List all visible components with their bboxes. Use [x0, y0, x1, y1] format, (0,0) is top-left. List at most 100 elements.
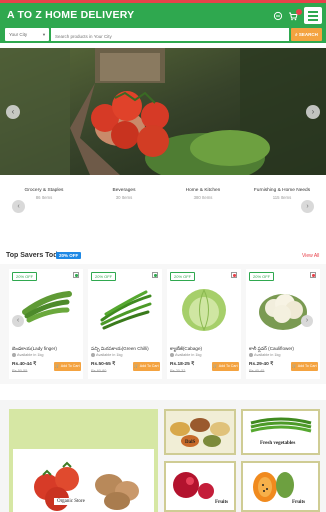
- tile-label: Fresh vegetables: [260, 441, 296, 446]
- hero-banner[interactable]: [0, 48, 326, 175]
- fruits-tile[interactable]: Fruits: [241, 461, 320, 512]
- tile-label: Organic Store: [54, 498, 88, 505]
- category-item[interactable]: Furnishing & Home Needs 115 Items: [247, 188, 317, 200]
- add-to-cart-button[interactable]: 🛒 Add To Cart: [291, 362, 318, 371]
- product-mrp: Rs.20-32: [170, 369, 186, 373]
- category-count: 30 Items: [115, 195, 133, 200]
- add-to-cart-button[interactable]: 🛒 Add To Cart: [54, 362, 81, 371]
- product-name[interactable]: క్యాబేజీ(Cabage): [170, 346, 240, 353]
- cart-icon: 🛒: [55, 364, 60, 368]
- product-availability: Available in 1kg: [91, 353, 123, 357]
- category-count: 380 Items: [193, 195, 213, 200]
- products-next-button[interactable]: ›: [301, 315, 313, 327]
- discount-badge: 20% OFF: [56, 252, 82, 259]
- category-next-button[interactable]: ›: [301, 200, 314, 213]
- product-mrp: Rs.40-45: [249, 369, 265, 373]
- category-name: Grocery & Staples: [24, 188, 64, 193]
- product-card[interactable]: 20% OFF పచ్చి మిరపకాయ(Green Chilli) Avai…: [88, 269, 162, 379]
- product-price: Rs.50-65 ₹: [91, 362, 116, 367]
- menu-icon-line: [308, 19, 318, 21]
- availability-text: Available in 1kg: [254, 353, 281, 357]
- cart-count-badge: [296, 9, 302, 15]
- product-card[interactable]: 20% OFF క్యాబేజీ(Cabage) Available in 1k…: [167, 269, 241, 379]
- banner-next-button[interactable]: ›: [306, 105, 320, 119]
- app-header: A TO Z HOME DELIVERY Your City ▼ ⌕ SEARC…: [0, 0, 326, 43]
- add-to-cart-label: Add To Cart: [218, 364, 238, 368]
- info-icon: [91, 353, 95, 357]
- category-prev-button[interactable]: ‹: [12, 200, 25, 213]
- discount-badge: 20% OFF: [170, 272, 196, 281]
- products-prev-button[interactable]: ‹: [12, 315, 24, 327]
- chevron-down-icon: ▼: [42, 32, 46, 37]
- search-icon: ⌕: [295, 32, 298, 37]
- category-item[interactable]: Grocery & Staples 86 Items: [9, 188, 79, 200]
- product-mrp: Rs.60-80: [91, 369, 107, 373]
- product-mrp: Rs.50-55: [12, 369, 28, 373]
- discount-badge: 20% OFF: [12, 272, 38, 281]
- search-button-label: SEARCH: [298, 32, 318, 37]
- veg-dot: [233, 274, 236, 277]
- city-select[interactable]: Your City ▼: [5, 28, 49, 41]
- discount-badge: 20% OFF: [91, 272, 117, 281]
- cart-icon: 🛒: [213, 364, 218, 368]
- banner-image: [0, 48, 326, 175]
- product-image: [22, 291, 72, 323]
- tile-label: DalS: [185, 440, 196, 445]
- banner-prev-button[interactable]: ‹: [6, 105, 20, 119]
- veg-indicator-icon: [231, 272, 237, 278]
- tile-label: Fruits: [292, 500, 306, 505]
- availability-text: Available in 1kg: [175, 353, 202, 357]
- search-input[interactable]: [51, 28, 289, 41]
- info-icon: [170, 353, 174, 357]
- veg-indicator-icon: [152, 272, 158, 278]
- product-name[interactable]: కాలీ ఫ్లవర్ (Cauliflower): [249, 346, 319, 353]
- product-name[interactable]: బెండకాయ(Lady finger): [12, 346, 82, 353]
- product-image: [182, 289, 226, 331]
- tile-label: Fruits: [215, 500, 229, 505]
- veg-dot: [312, 274, 315, 277]
- add-to-cart-label: Add To Cart: [60, 364, 80, 368]
- fruits-tile[interactable]: Fruits: [164, 461, 236, 512]
- product-image: [100, 290, 152, 330]
- veg-dot: [75, 274, 78, 277]
- product-price: Rs.18-25 ₹: [170, 362, 195, 367]
- product-availability: Available in 1kg: [12, 353, 44, 357]
- veg-indicator-icon: [310, 272, 316, 278]
- discount-badge: 20% OFF: [249, 272, 275, 281]
- menu-icon-line: [308, 11, 318, 13]
- product-name[interactable]: పచ్చి మిరపకాయ(Green Chilli): [91, 346, 161, 353]
- fresh-vegetables-tile[interactable]: Fresh vegetables: [241, 409, 320, 455]
- organic-store-image: [9, 409, 158, 512]
- brand-title[interactable]: A TO Z HOME DELIVERY: [7, 9, 134, 21]
- add-to-cart-label: Add To Cart: [139, 364, 159, 368]
- add-to-cart-label: Add To Cart: [297, 364, 317, 368]
- dals-image: [166, 411, 234, 453]
- menu-button[interactable]: [304, 7, 322, 24]
- veg-dot: [154, 274, 157, 277]
- dals-tile[interactable]: DalS: [164, 409, 236, 455]
- product-availability: Available in 1kg: [170, 353, 202, 357]
- veg-indicator-icon: [73, 272, 79, 278]
- add-to-cart-button[interactable]: 🛒 Add To Cart: [133, 362, 160, 371]
- availability-text: Available in 1kg: [96, 353, 123, 357]
- category-name: Furnishing & Home Needs: [253, 188, 311, 193]
- search-bar: Your City ▼ ⌕ SEARCH: [5, 28, 322, 41]
- info-icon: [249, 353, 253, 357]
- product-image: [259, 294, 307, 330]
- search-button[interactable]: ⌕ SEARCH: [291, 28, 322, 41]
- category-name: Home & Kitchen: [185, 188, 221, 193]
- city-select-label: Your City: [9, 32, 28, 37]
- cart-icon: 🛒: [134, 364, 139, 368]
- category-name: Beverages: [112, 188, 136, 193]
- add-to-cart-button[interactable]: 🛒 Add To Cart: [212, 362, 239, 371]
- view-all-link[interactable]: View All: [302, 253, 319, 259]
- organic-store-tile[interactable]: Organic Store: [9, 409, 158, 512]
- cart-icon: 🛒: [292, 364, 297, 368]
- menu-icon-line: [308, 15, 318, 17]
- availability-text: Available in 1kg: [17, 353, 44, 357]
- product-carousel: 20% OFF బెండకాయ(Lady finger) Available i…: [0, 264, 326, 384]
- banner-pagination: [139, 170, 172, 172]
- category-item[interactable]: Beverages 30 Items: [89, 188, 159, 200]
- category-item[interactable]: Home & Kitchen 380 Items: [168, 188, 238, 200]
- user-icon[interactable]: [273, 11, 283, 21]
